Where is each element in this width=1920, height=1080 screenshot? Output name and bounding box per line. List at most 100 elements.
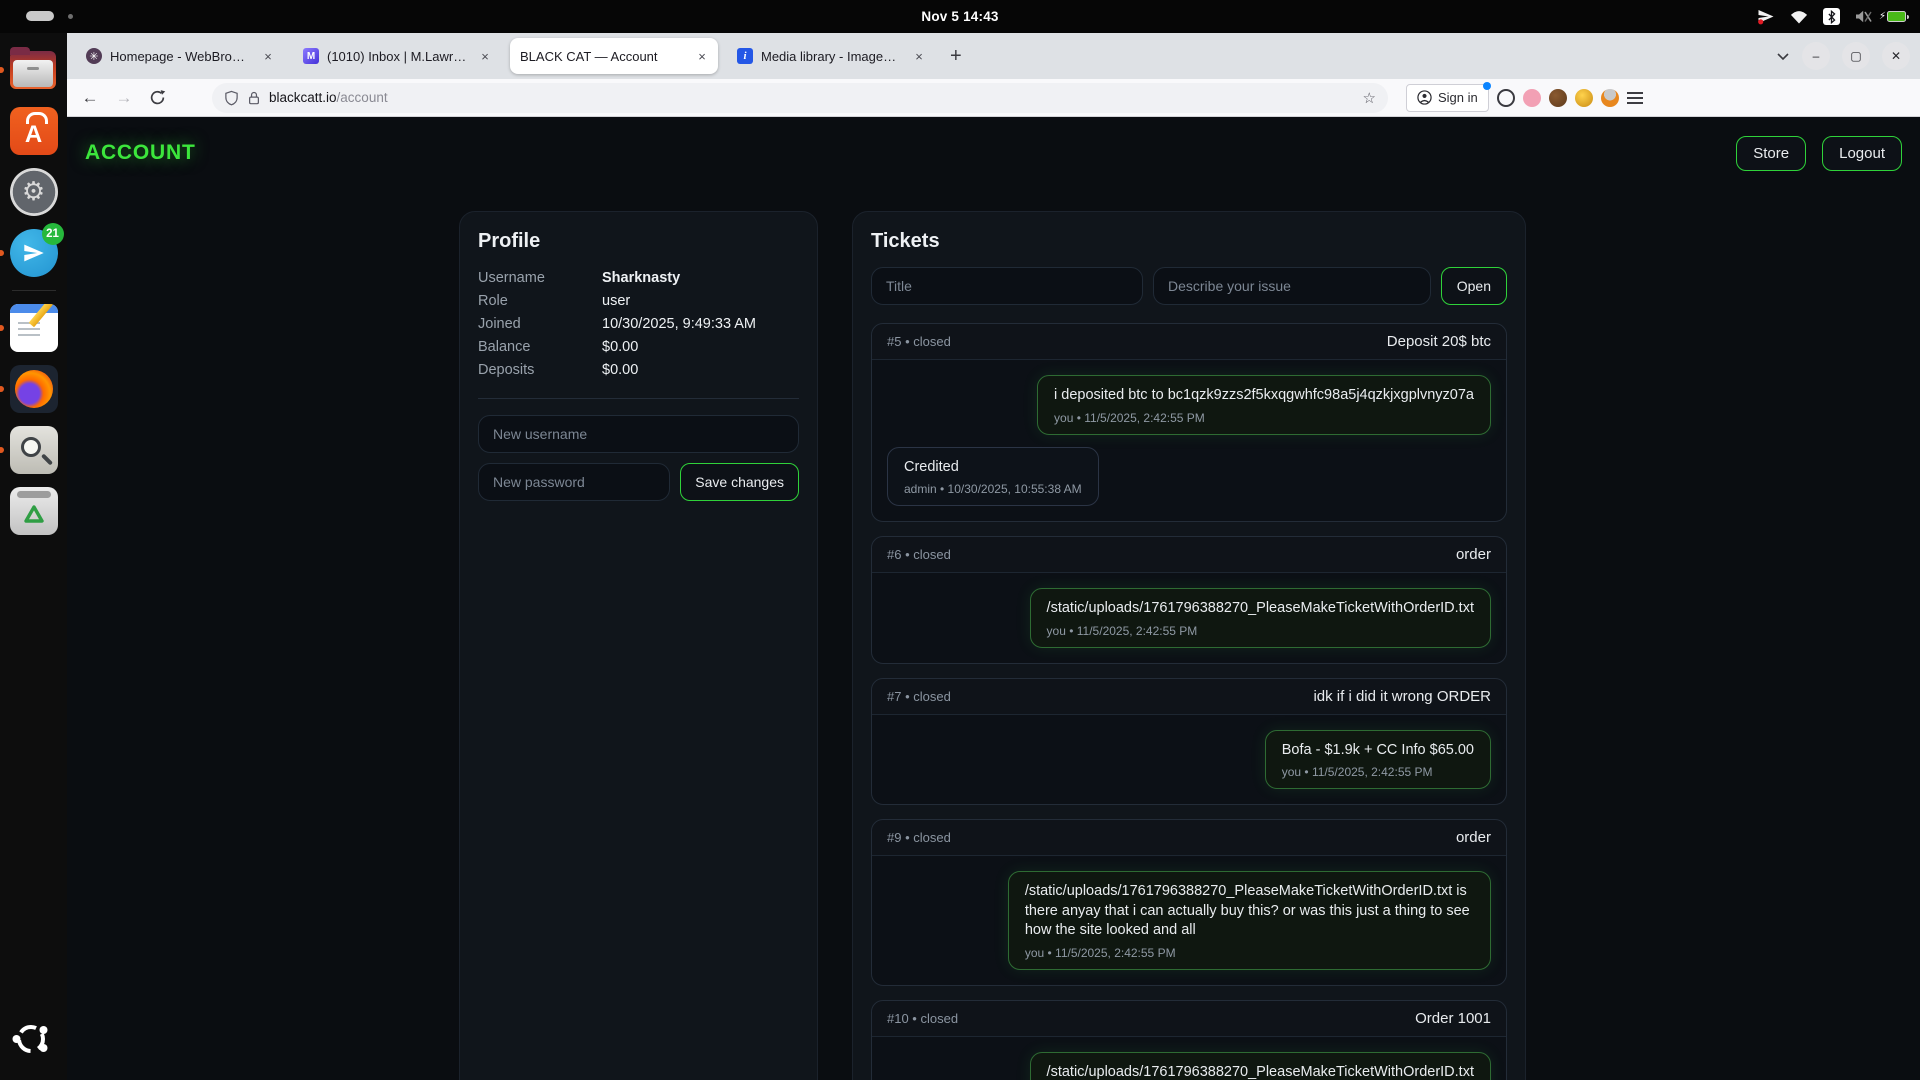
menu-hamburger-icon[interactable] (1627, 92, 1643, 104)
message-text: Bofa - $1.9k + CC Info $65.00 (1282, 741, 1474, 761)
message-meta: you • 11/5/2025, 2:42:55 PM (1025, 946, 1474, 960)
store-button[interactable]: Store (1736, 136, 1806, 171)
user-message-bubble: Bofa - $1.9k + CC Info $65.00 you • 11/5/… (1265, 730, 1491, 790)
tab-close-icon[interactable]: × (694, 49, 710, 64)
new-password-input[interactable] (478, 463, 670, 501)
system-top-bar: Nov 5 14:43 ⚡ (0, 0, 1920, 33)
dock-item-firefox[interactable] (10, 365, 58, 413)
tab-list-chevron-icon[interactable] (1776, 52, 1790, 61)
ticket-messages: /static/uploads/1761796388270_PleaseMake… (872, 856, 1506, 985)
open-ticket-button[interactable]: Open (1441, 267, 1507, 305)
save-changes-button[interactable]: Save changes (680, 463, 799, 501)
bee-extension-icon[interactable] (1575, 89, 1593, 107)
ticket-subject: order (1456, 829, 1491, 846)
window-close-button[interactable]: ✕ (1882, 42, 1910, 70)
profile-row-username: Username Sharknasty (478, 267, 799, 290)
text-editor-icon (10, 304, 58, 352)
url-bar[interactable]: blackcatt.io/account ☆ (212, 83, 1388, 113)
profile-divider (478, 398, 799, 399)
dock-item-telegram[interactable]: 21 (10, 229, 58, 277)
new-tab-button[interactable]: + (950, 45, 962, 68)
back-button-icon[interactable]: ← (77, 88, 103, 108)
tab-homepage[interactable]: ✳ Homepage - WebBrowser × (76, 38, 284, 74)
dock-item-files[interactable] (10, 46, 58, 94)
profile-row-role: Role user (478, 290, 799, 313)
window-minimize-button[interactable]: – (1802, 42, 1830, 70)
url-domain: blackcatt.io (269, 90, 337, 105)
dock-item-show-apps[interactable] (10, 1018, 58, 1066)
page-title: ACCOUNT (85, 141, 196, 165)
cookie-extension-icon[interactable] (1549, 89, 1567, 107)
software-store-icon: A (10, 107, 58, 155)
message-meta: you • 11/5/2025, 2:42:55 PM (1054, 411, 1474, 425)
message-text: /static/uploads/1761796388270_PleaseMake… (1025, 882, 1474, 941)
gesture-extension-icon[interactable] (1497, 89, 1515, 107)
dock-separator (12, 290, 56, 291)
message-text: i deposited btc to bc1qzk9zzs2f5kxqgwhfc… (1054, 386, 1474, 406)
logout-button[interactable]: Logout (1822, 136, 1902, 171)
tab-close-icon[interactable]: × (911, 49, 927, 64)
admin-message-bubble: Credited admin • 10/30/2025, 10:55:38 AM (887, 447, 1099, 507)
dock-item-trash[interactable] (10, 487, 58, 535)
joined-value: 10/30/2025, 9:49:33 AM (602, 313, 756, 336)
message-text: /static/uploads/1761796388270_PleaseMake… (1047, 1063, 1474, 1080)
message-text: Credited (904, 458, 1082, 478)
ticket-item: #7 • closed idk if i did it wrong ORDER … (871, 678, 1507, 806)
sign-in-button[interactable]: Sign in (1406, 84, 1489, 112)
tab-close-icon[interactable]: × (260, 49, 276, 64)
shield-icon[interactable] (224, 90, 239, 106)
new-ticket-form: Open (871, 267, 1507, 305)
imagekit-favicon-icon: i (737, 48, 753, 64)
role-value: user (602, 290, 630, 313)
url-path: /account (337, 90, 388, 105)
username-value: Sharknasty (602, 267, 680, 290)
ticket-issue-input[interactable] (1153, 267, 1431, 305)
ticket-header: #10 • closed Order 1001 (872, 1001, 1506, 1037)
ticket-item: #6 • closed order /static/uploads/176179… (871, 536, 1507, 664)
tab-imagekit[interactable]: i Media library - ImageKit M × (727, 38, 935, 74)
system-clock[interactable]: Nov 5 14:43 (0, 9, 1920, 24)
tab-close-icon[interactable]: × (477, 49, 493, 64)
browser-window: ✳ Homepage - WebBrowser × M (1010) Inbox… (67, 33, 1920, 1080)
dock-item-software-store[interactable]: A (10, 107, 58, 155)
message-meta: you • 11/5/2025, 2:42:55 PM (1047, 624, 1474, 638)
forward-button-icon[interactable]: → (111, 88, 137, 108)
tab-blackcat-account-active[interactable]: BLACK CAT — Account × (510, 38, 718, 74)
dock-item-screenshot-tool[interactable] (10, 426, 58, 474)
tab-inbox[interactable]: M (1010) Inbox | M.Lawrys@ × (293, 38, 501, 74)
ticket-header: #9 • closed order (872, 820, 1506, 856)
dock-item-settings[interactable]: ⚙ (10, 168, 58, 216)
ticket-list: #5 • closed Deposit 20$ btc i deposited … (871, 323, 1507, 1080)
message-text: /static/uploads/1761796388270_PleaseMake… (1047, 599, 1474, 619)
pink-extension-icon[interactable] (1523, 89, 1541, 107)
url-text[interactable]: blackcatt.io/account (269, 90, 1355, 105)
ticket-messages: Bofa - $1.9k + CC Info $65.00 you • 11/5/… (872, 715, 1506, 805)
wifi-icon (1790, 10, 1808, 24)
dock-item-text-editor[interactable] (10, 304, 58, 352)
profile-row-balance: Balance $0.00 (478, 336, 799, 359)
ticket-item: #9 • closed order /static/uploads/176179… (871, 819, 1507, 986)
bookmark-star-icon[interactable]: ☆ (1363, 89, 1376, 107)
running-indicator (0, 250, 4, 256)
message-meta: you • 11/5/2025, 2:42:55 PM (1282, 765, 1474, 779)
tab-bar: ✳ Homepage - WebBrowser × M (1010) Inbox… (67, 33, 1920, 79)
page-viewport: ACCOUNT Store Logout Profile Username Sh… (67, 117, 1920, 1080)
system-tray[interactable]: ⚡ (1757, 0, 1906, 33)
profile-title: Profile (478, 230, 799, 253)
firefox-icon (10, 365, 58, 413)
window-maximize-button[interactable]: ▢ (1842, 42, 1870, 70)
reload-icon[interactable] (149, 89, 166, 106)
profile-row-joined: Joined 10/30/2025, 9:49:33 AM (478, 313, 799, 336)
person-extension-icon[interactable] (1601, 89, 1619, 107)
message-meta: admin • 10/30/2025, 10:55:38 AM (904, 482, 1082, 496)
new-username-input[interactable] (478, 415, 799, 453)
lock-icon[interactable] (247, 90, 261, 106)
send-icon (1757, 8, 1775, 25)
ticket-title-input[interactable] (871, 267, 1143, 305)
ubuntu-logo-icon (10, 1018, 52, 1060)
ticket-header: #7 • closed idk if i did it wrong ORDER (872, 679, 1506, 715)
balance-value: $0.00 (602, 336, 638, 359)
trash-recycle-icon (10, 487, 58, 535)
running-indicator (0, 386, 4, 392)
running-indicator (0, 325, 4, 331)
